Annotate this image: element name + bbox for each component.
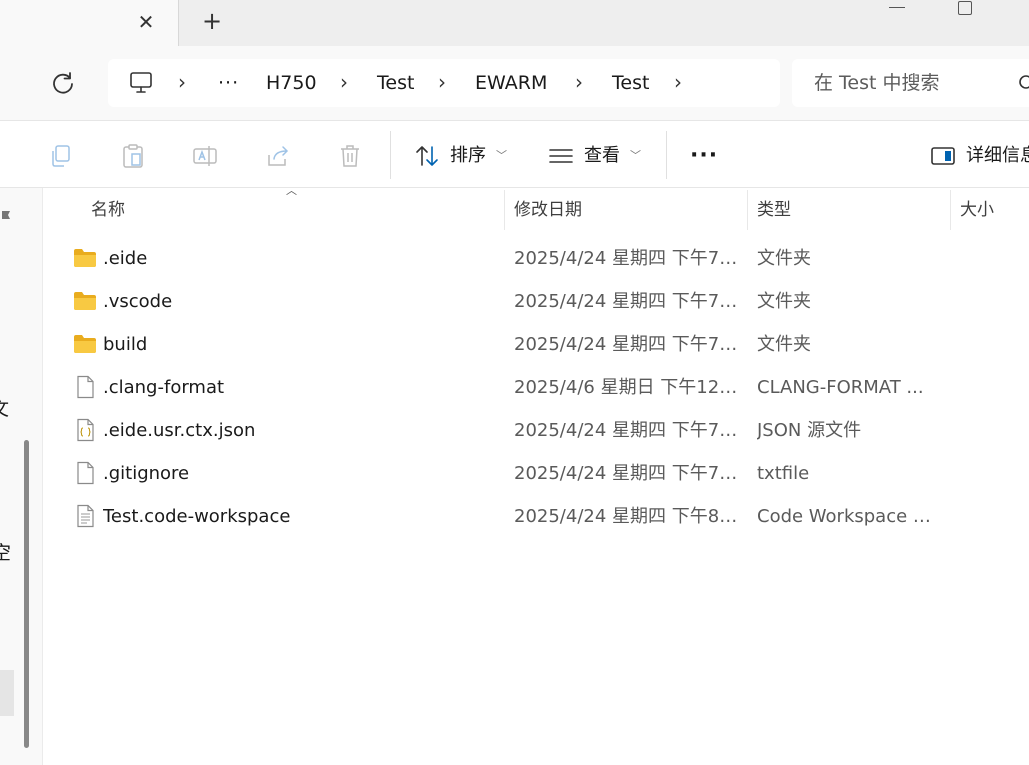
nav-item-fragment[interactable]: 文	[0, 394, 9, 421]
file-name: build	[103, 334, 148, 355]
file-name: .eide.usr.ctx.json	[103, 420, 256, 441]
column-header-type[interactable]: 类型	[757, 196, 791, 224]
text-file-icon	[72, 504, 98, 528]
pin-icon	[0, 206, 12, 219]
copy-icon[interactable]	[48, 143, 74, 169]
minimize-button[interactable]	[887, 6, 907, 10]
nav-scrollbar[interactable]	[24, 440, 29, 748]
file-modified-date: 2025/4/24 星期四 下午8:...	[514, 506, 740, 527]
column-divider[interactable]	[504, 190, 505, 230]
more-options-button[interactable]: ···	[690, 136, 718, 176]
file-row[interactable]: .eide.usr.ctx.json 2025/4/24 星期四 下午7:... J…	[44, 409, 1029, 452]
file-row[interactable]: .vscode 2025/4/24 星期四 下午7:... 文件夹	[44, 280, 1029, 323]
command-bar	[0, 120, 1029, 188]
chevron-down-icon[interactable]: ﹀	[630, 136, 641, 176]
nav-item-fragment[interactable]: 空	[0, 538, 11, 565]
view-button[interactable]: 查看	[584, 136, 620, 176]
file-type: JSON 源文件	[757, 420, 862, 441]
this-pc-icon[interactable]	[128, 71, 154, 95]
sort-button[interactable]: 排序	[450, 136, 486, 176]
view-icon[interactable]	[548, 143, 574, 169]
column-header-date[interactable]: 修改日期	[514, 196, 582, 224]
search-placeholder: 在 Test 中搜索	[814, 72, 940, 94]
breadcrumb-item-test-current[interactable]: Test	[612, 59, 649, 107]
json-file-icon	[72, 418, 98, 442]
file-modified-date: 2025/4/24 星期四 下午7:...	[514, 334, 740, 355]
file-modified-date: 2025/4/24 星期四 下午7:...	[514, 291, 740, 312]
folder-icon	[72, 332, 98, 356]
file-type: 文件夹	[757, 291, 811, 312]
file-name: .clang-format	[103, 377, 225, 398]
chevron-right-icon[interactable]: ›	[575, 59, 583, 107]
chevron-down-icon[interactable]: ﹀	[496, 136, 507, 176]
sort-icon[interactable]	[414, 143, 440, 169]
file-row[interactable]: build 2025/4/24 星期四 下午7:... 文件夹	[44, 323, 1029, 366]
file-name: Test.code-workspace	[103, 506, 291, 527]
file-row[interactable]: .eide 2025/4/24 星期四 下午7:... 文件夹	[44, 237, 1029, 280]
file-icon	[72, 461, 98, 485]
file-row[interactable]: .clang-format 2025/4/6 星期日 下午12:... CLANG-…	[44, 366, 1029, 409]
search-icon[interactable]	[1017, 73, 1029, 93]
file-name: .gitignore	[103, 463, 190, 484]
file-name: .vscode	[103, 291, 173, 312]
file-type: txtfile	[757, 463, 810, 484]
breadcrumb-item-h750[interactable]: H750	[266, 59, 317, 107]
sort-ascending-icon: ︿	[286, 184, 297, 197]
file-modified-date: 2025/4/6 星期日 下午12:...	[514, 377, 740, 398]
toolbar-divider	[666, 131, 667, 179]
details-button[interactable]: 详细信息	[966, 136, 1029, 176]
chevron-right-icon[interactable]: ›	[340, 59, 348, 107]
column-divider[interactable]	[747, 190, 748, 230]
close-tab-icon[interactable]: ✕	[134, 10, 158, 34]
paste-icon[interactable]	[120, 143, 146, 169]
column-header-size[interactable]: 大小	[960, 196, 994, 224]
breadcrumb-item-ewarm[interactable]: EWARM	[475, 59, 547, 107]
chevron-right-icon[interactable]: ›	[178, 59, 186, 107]
file-type: CLANG-FORMAT ...	[757, 377, 924, 398]
chevron-right-icon[interactable]: ›	[674, 59, 682, 107]
file-modified-date: 2025/4/24 星期四 下午7:...	[514, 248, 740, 269]
breadcrumb-overflow[interactable]: ···	[218, 59, 239, 107]
nav-selected-item[interactable]	[0, 670, 14, 716]
chevron-right-icon[interactable]: ›	[438, 59, 446, 107]
breadcrumb-item-test[interactable]: Test	[377, 59, 414, 107]
file-modified-date: 2025/4/24 星期四 下午7:...	[514, 420, 740, 441]
delete-icon[interactable]	[337, 143, 363, 169]
toolbar-divider	[390, 131, 391, 179]
details-pane-icon[interactable]	[930, 143, 956, 169]
file-type: 文件夹	[757, 248, 811, 269]
search-input[interactable]: 在 Test 中搜索	[792, 59, 1029, 107]
breadcrumb[interactable]: › ··· H750 › Test › EWARM › Test ›	[108, 59, 780, 107]
file-modified-date: 2025/4/24 星期四 下午7:...	[514, 463, 740, 484]
column-divider[interactable]	[950, 190, 951, 230]
file-row[interactable]: .gitignore 2025/4/24 星期四 下午7:... txtfile	[44, 452, 1029, 495]
rename-icon[interactable]	[192, 143, 218, 169]
refresh-icon[interactable]	[50, 70, 76, 96]
share-icon[interactable]	[265, 143, 291, 169]
folder-icon	[72, 289, 98, 313]
file-type: 文件夹	[757, 334, 811, 355]
file-icon	[72, 375, 98, 399]
maximize-button[interactable]	[958, 1, 972, 15]
file-row[interactable]: Test.code-workspace 2025/4/24 星期四 下午8:...…	[44, 495, 1029, 538]
file-name: .eide	[103, 248, 148, 269]
file-type: Code Workspace 源...	[757, 506, 941, 527]
new-tab-button[interactable]: +	[200, 9, 224, 34]
folder-icon	[72, 246, 98, 270]
column-header-name[interactable]: 名称	[91, 196, 125, 224]
